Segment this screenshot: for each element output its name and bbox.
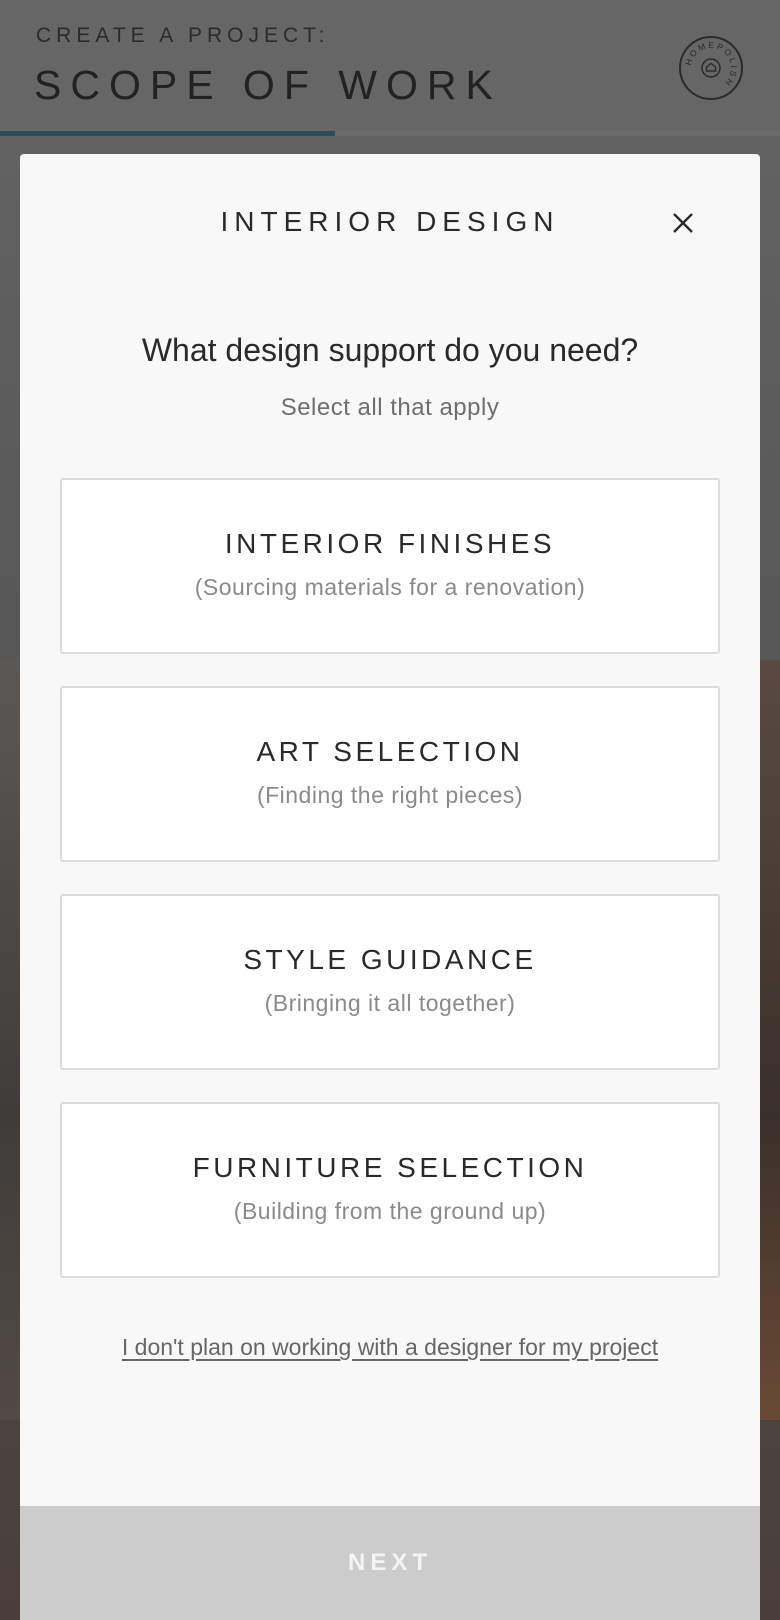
no-designer-link[interactable]: I don't plan on working with a designer … (20, 1334, 760, 1361)
close-icon[interactable] (670, 210, 696, 236)
interior-design-modal: INTERIOR DESIGN What design support do y… (20, 154, 760, 1620)
option-description: (Finding the right pieces) (256, 782, 524, 808)
option-label: INTERIOR FINISHES (224, 528, 556, 559)
background-photo-left-edge (0, 660, 22, 1420)
page-header: CREATE A PROJECT: SCOPE OF WORK HOMEPOLI… (0, 0, 780, 136)
option-description: (Sourcing materials for a renovation) (194, 574, 586, 600)
progress-bar-fill (0, 131, 336, 136)
background-photo-right-edge (758, 660, 780, 1420)
option-label: ART SELECTION (256, 736, 524, 767)
option-label: FURNITURE SELECTION (192, 1152, 588, 1183)
option-style-guidance[interactable]: STYLE GUIDANCE (Bringing it all together… (60, 894, 720, 1070)
svg-text:HOMEPOLISH: HOMEPOLISH (683, 40, 739, 90)
option-interior-finishes[interactable]: INTERIOR FINISHES (Sourcing materials fo… (60, 478, 720, 654)
options-list: INTERIOR FINISHES (Sourcing materials fo… (60, 478, 720, 1310)
option-art-selection[interactable]: ART SELECTION (Finding the right pieces) (60, 686, 720, 862)
logo-text: HOMEPOLISH (683, 40, 737, 90)
modal-title: INTERIOR DESIGN (220, 206, 560, 237)
option-furniture-selection[interactable]: FURNITURE SELECTION (Building from the g… (60, 1102, 720, 1278)
homepolish-logo-icon[interactable]: HOMEPOLISH (679, 36, 743, 100)
page-title: SCOPE OF WORK (34, 62, 502, 108)
header-eyebrow: CREATE A PROJECT: (36, 24, 330, 47)
next-button[interactable]: NEXT (20, 1506, 760, 1620)
option-label: STYLE GUIDANCE (243, 944, 537, 975)
modal-question: What design support do you need? (141, 332, 639, 368)
modal-hint: Select all that apply (280, 394, 500, 421)
option-description: (Building from the ground up) (233, 1198, 547, 1224)
option-description: (Bringing it all together) (264, 990, 516, 1016)
